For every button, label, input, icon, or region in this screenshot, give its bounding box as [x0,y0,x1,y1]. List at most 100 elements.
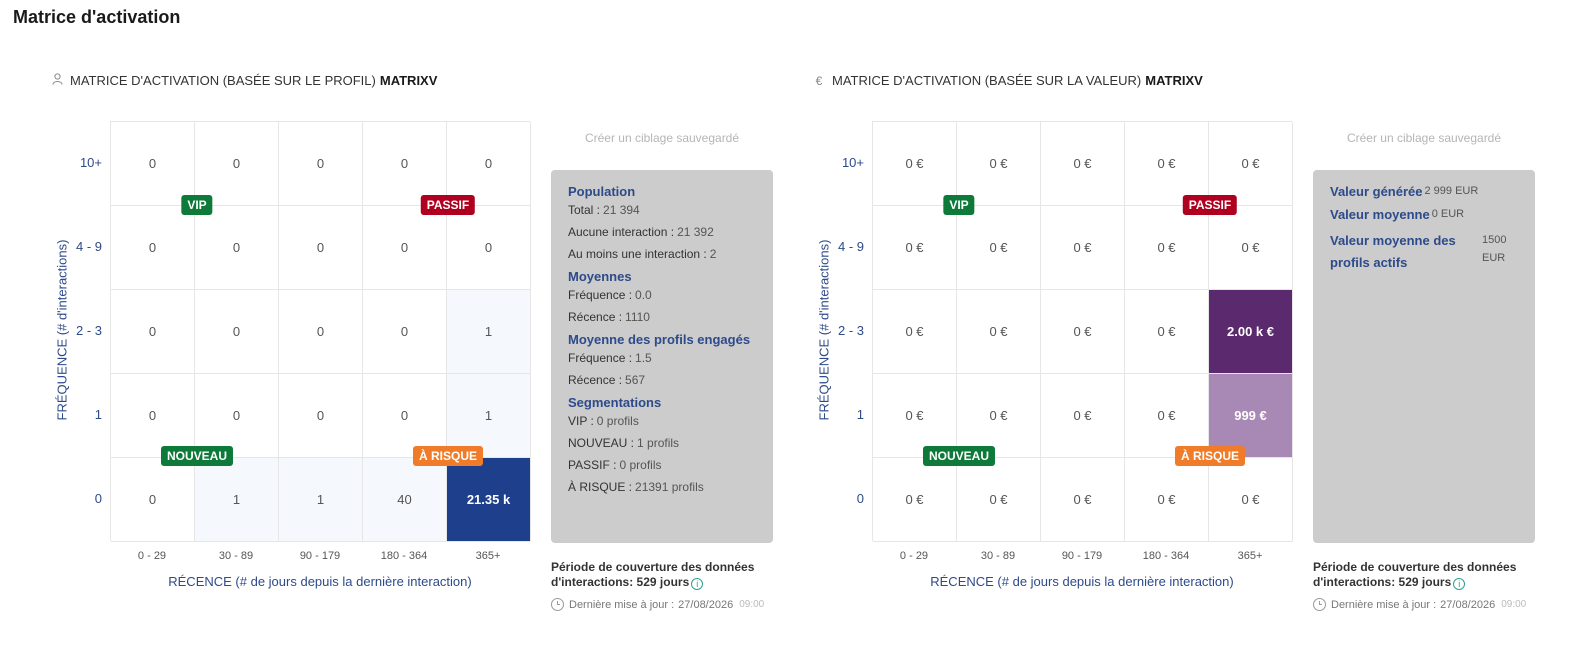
clock-icon [1313,598,1326,611]
profile-matrix-panel: MATRICE D'ACTIVATION (BASÉE SUR LE PROFI… [0,0,780,661]
matrix-cell[interactable]: 0 [279,374,363,458]
stat-value: 2 [709,247,717,261]
value-amount: 1500 EUR [1482,234,1507,264]
coverage-value: 529 jours [1398,575,1452,589]
row-label: 10+ [841,155,864,170]
matrix-cell[interactable]: 0 € [957,206,1041,290]
section-title: Moyennes [568,269,632,284]
matrix-cell[interactable]: 0 [447,206,531,290]
matrix-cell[interactable]: 0 € [1041,458,1125,542]
matrix-cell[interactable]: 1 [279,458,363,542]
stat-value: 21391 profils [635,480,704,494]
matrix-cell[interactable]: 0 € [1209,122,1293,206]
col-label: 30 - 89 [980,550,1016,562]
x-axis-label: RÉCENCE (# de jours depuis la dernière i… [168,574,472,589]
value-matrix-panel: € MATRICE D'ACTIVATION (BASÉE SUR LA VAL… [762,0,1542,661]
nouveau-badge: NOUVEAU [922,446,996,466]
stat-label: Fréquence : [568,288,633,302]
stat-label: Fréquence : [568,351,633,365]
matrix-cell[interactable]: 0 [279,122,363,206]
matrix-cell[interactable]: 0 [363,122,447,206]
updated-time: 09:00 [1501,599,1527,610]
value-amount: 2 999 EUR [1424,185,1479,197]
stat-label: Total : [568,203,601,217]
matrix-cell[interactable]: 0 € [873,206,957,290]
matrix-cell[interactable]: 0 [195,206,279,290]
col-label: 365+ [475,550,501,562]
y-axis-label: FRÉQUENCE (# d'interactions) [816,239,832,421]
stats-box: Population Total :21 394 Aucune interact… [551,170,773,543]
updated-date: 27/08/2026 [678,598,734,611]
panel-title-bold: MATRIXV [379,73,438,88]
info-icon[interactable]: i [1453,578,1466,590]
matrix-cell[interactable]: 0 € [1125,206,1209,290]
stat-value: 1.5 [635,351,652,365]
matrix-cell[interactable]: 0 € [1125,458,1209,542]
matrix-cell[interactable]: 0 € [873,458,957,542]
a-risque-badge: À RISQUE [1174,446,1246,466]
col-label: 365+ [1237,550,1263,562]
matrix-cell[interactable]: 0 [447,122,531,206]
population-section: Population Total :21 394 Aucune interact… [568,184,756,261]
updated-label: Dernière mise à jour : [1331,598,1437,611]
matrix-cell[interactable]: 0 [195,290,279,374]
matrix-cell[interactable]: 0 € [1209,458,1293,542]
matrix-cell[interactable]: 21.35 k [447,458,531,542]
matrix-cell[interactable]: 0 € [1125,122,1209,206]
section-title: Moyenne des profils engagés [568,332,751,347]
row-label: 0 [94,491,102,506]
matrix-cell[interactable]: 0 [195,122,279,206]
matrix-cell[interactable]: 0 € [957,290,1041,374]
matrix-cell[interactable]: 0 [111,458,195,542]
matrix-cell[interactable]: 0 € [1041,290,1125,374]
value-label: Valeur moyenne des profils actifs [1330,233,1456,270]
vip-badge: VIP [943,195,975,215]
stat-value: 0 profils [596,414,639,428]
matrix-cell[interactable]: 2.00 k € [1209,290,1293,374]
matrix-grid: 0 € 0 € 0 € 0 € 0 € 0 € 0 € 0 € 0 € 0 € … [872,121,1293,542]
matrix-cell[interactable]: 0 € [873,290,957,374]
vip-badge: VIP [181,195,213,215]
stat-value: 21 392 [677,225,714,239]
stat-label: Récence : [568,310,623,324]
y-axis-label: FRÉQUENCE (# d'interactions) [54,239,70,421]
coverage-text: Période de couverture des données d'inte… [551,560,773,590]
nouveau-badge: NOUVEAU [160,446,234,466]
matrix-cell[interactable]: 0 € [1125,290,1209,374]
engaged-section: Moyenne des profils engagés Fréquence :1… [568,332,756,387]
matrix-cell[interactable]: 0 € [1041,122,1125,206]
matrix-grid: 0 0 0 0 0 0 0 0 0 0 0 0 0 0 1 0 0 0 0 1 … [110,121,531,542]
stat-value: 567 [625,373,646,387]
stat-value: 1 profils [637,436,680,450]
stat-value: 0 profils [619,458,662,472]
matrix-cell[interactable]: 1 [447,290,531,374]
matrix-cell[interactable]: 0 [279,206,363,290]
stat-value: 0.0 [635,288,652,302]
matrix-cell[interactable]: 1 [195,458,279,542]
coverage-text: Période de couverture des données d'inte… [1313,560,1535,590]
matrix-cell[interactable]: 0 € [957,122,1041,206]
matrix-cell[interactable]: 0 € [1209,206,1293,290]
matrix-cell[interactable]: 0 € [873,122,957,206]
matrix-cell[interactable]: 0 [111,206,195,290]
create-saved-target-link[interactable]: Créer un ciblage sauvegardé [1313,131,1535,145]
stat-value: 21 394 [603,203,640,217]
user-icon [50,73,64,88]
matrix-cell[interactable]: 0 [111,122,195,206]
matrix-cell[interactable]: 0 [363,206,447,290]
matrix-cell[interactable]: 0 € [1041,206,1125,290]
matrix-cell[interactable]: 0 [111,290,195,374]
matrix-cell[interactable]: 0 € [1041,374,1125,458]
matrix-cell[interactable]: 0 [363,290,447,374]
section-title: Population [568,184,636,199]
passif-badge: PASSIF [420,195,476,215]
matrix-cell[interactable]: 0 € [957,458,1041,542]
col-label: 180 - 364 [1142,550,1190,562]
info-icon[interactable]: i [691,578,704,590]
segmentations-section: Segmentations VIP :0 profils NOUVEAU :1 … [568,395,756,494]
value-label: Valeur générée [1330,184,1423,199]
stat-label: NOUVEAU : [568,436,635,450]
matrix-cell[interactable]: 40 [363,458,447,542]
create-saved-target-link[interactable]: Créer un ciblage sauvegardé [551,131,773,145]
matrix-cell[interactable]: 0 [279,290,363,374]
